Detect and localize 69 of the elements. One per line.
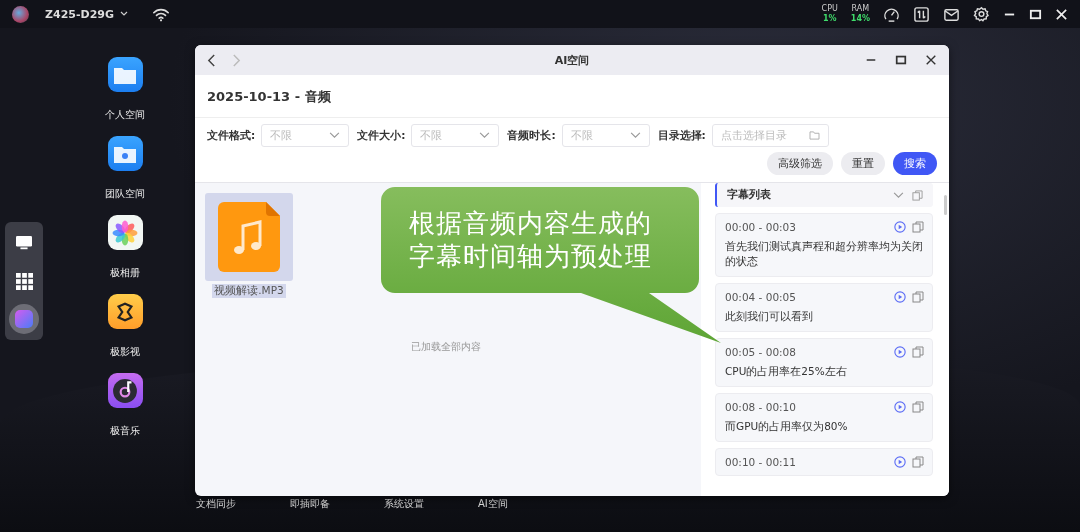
window-title: AI空间 [554,52,590,68]
ai-app-icon [15,310,33,328]
app-label: 团队空间 [105,187,145,201]
video-app-icon[interactable] [107,294,143,329]
audio-file-icon [218,202,280,272]
subtitle-text: 此刻我们可以看到 [725,309,814,324]
grid-icon [15,272,33,290]
filter-label: 文件格式: [207,128,256,143]
play-icon[interactable] [894,346,906,358]
app-label: 极相册 [110,266,140,280]
photos-app-icon[interactable] [107,215,143,250]
time-range: 00:00 - 00:03 [725,221,796,233]
cpu-label: CPU [821,4,838,14]
globe-icon[interactable] [12,5,29,23]
folder-app-icon[interactable] [107,57,143,92]
play-icon[interactable] [894,291,906,303]
time-range: 00:04 - 00:05 [725,291,796,303]
gauge-icon[interactable] [883,5,900,23]
subtitle-text: CPU的占用率在25%左右 [725,364,848,379]
subtitle-card[interactable]: 00:00 - 00:03 首先我们测试真声程和超分辨率均为关闭的状态 [715,213,933,277]
ram-label: RAM [851,4,870,14]
maximize-icon[interactable] [895,54,907,66]
transfer-icon[interactable] [913,5,930,23]
chevron-down-icon [629,132,641,139]
play-icon[interactable] [894,401,906,413]
callout-text: 根据音频内容生成的 字幕时间轴为预处理 [409,207,652,273]
search-button[interactable]: 搜索 [893,152,937,175]
monitor-icon [15,235,33,251]
app-label: 即插即备 [290,497,331,511]
file-name[interactable]: 视频解读.MP3 [212,284,286,298]
filter-label: 音频时长: [507,128,556,143]
close-icon[interactable] [925,54,937,66]
app-label: 文档同步 [196,497,237,511]
back-icon[interactable] [207,53,216,67]
subtitle-card[interactable]: 00:10 - 00:11 [715,448,933,476]
chevron-down-icon [479,132,491,139]
team-app-icon[interactable] [107,136,143,171]
app-label: AI空间 [478,497,509,511]
caret-icon[interactable] [120,11,128,17]
time-range: 00:10 - 00:11 [725,456,796,468]
folder-icon [808,131,820,140]
cpu-usage: 1% [822,14,837,24]
action-button[interactable]: 高级筛选 [767,152,833,175]
time-range: 00:05 - 00:08 [725,346,796,358]
subtitle-card[interactable]: 00:05 - 00:08 CPU的占用率在25%左右 [715,338,933,387]
app-label: 极音乐 [110,424,140,438]
action-button[interactable]: 重置 [841,152,885,175]
wifi-icon[interactable] [152,6,170,22]
app-label: 系统设置 [384,497,425,511]
app-label: 极影视 [110,345,140,359]
device-name[interactable]: Z425-D29G [45,7,114,21]
settings-icon[interactable] [973,5,990,23]
ram-usage: 14% [850,14,870,24]
subtitle-card[interactable]: 00:08 - 00:10 而GPU的占用率仅为80% [715,393,933,442]
chevron-down-icon [329,132,341,139]
subtitle-text: 首先我们测试真声程和超分辨率均为关闭的状态 [725,239,924,269]
filter-label: 目录选择: [657,128,706,143]
music-app-icon[interactable] [107,373,143,408]
app-label: 个人空间 [105,108,145,122]
page-heading: 2025-10-13 - 音频 [207,89,331,104]
status-text: 已加载全部内容 [411,340,482,354]
subtitle-text: 而GPU的占用率仅为80% [725,419,849,434]
maximize-icon[interactable] [1029,7,1042,21]
file-tile[interactable] [205,193,293,281]
filter-label: 文件大小: [357,128,406,143]
play-icon[interactable] [894,221,906,233]
play-icon[interactable] [894,456,906,468]
time-range: 00:08 - 00:10 [725,401,796,413]
subtitle-card[interactable]: 00:04 - 00:05 此刻我们可以看到 [715,283,933,332]
